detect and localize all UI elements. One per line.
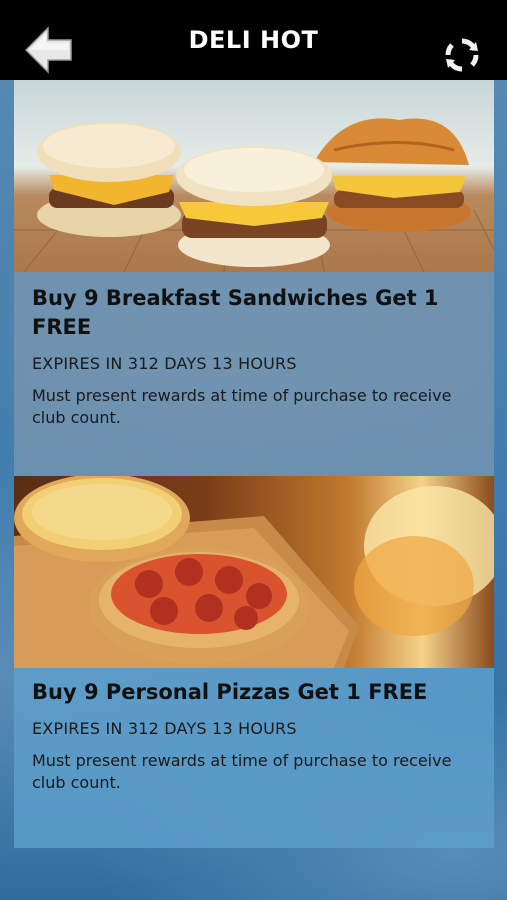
offer-card[interactable]: Buy 9 Breakfast Sandwiches Get 1 FREE EX…: [14, 80, 494, 476]
offer-list: Buy 9 Breakfast Sandwiches Get 1 FREE EX…: [14, 80, 494, 848]
offer-expiry: EXPIRES IN 312 DAYS 13 HOURS: [32, 354, 297, 373]
offer-expiry: EXPIRES IN 312 DAYS 13 HOURS: [32, 719, 297, 738]
refresh-icon: [445, 38, 479, 72]
offer-description: Must present rewards at time of purchase…: [32, 751, 452, 792]
offer-image: [14, 476, 494, 668]
personal-pizzas-image: [14, 476, 494, 668]
back-button[interactable]: [24, 26, 74, 74]
refresh-button[interactable]: [443, 36, 481, 74]
page-title: DELI HOT: [188, 26, 319, 54]
offer-title: Buy 9 Personal Pizzas Get 1 FREE: [32, 680, 428, 704]
breakfast-sandwiches-image: [14, 118, 494, 272]
back-arrow-icon: [24, 26, 72, 74]
offer-image: [14, 80, 494, 272]
offer-title: Buy 9 Breakfast Sandwiches Get 1 FREE: [32, 286, 439, 339]
top-bar: DELI HOT: [0, 0, 507, 80]
offer-description: Must present rewards at time of purchase…: [32, 386, 452, 427]
offer-card[interactable]: Buy 9 Personal Pizzas Get 1 FREE EXPIRES…: [14, 476, 494, 848]
